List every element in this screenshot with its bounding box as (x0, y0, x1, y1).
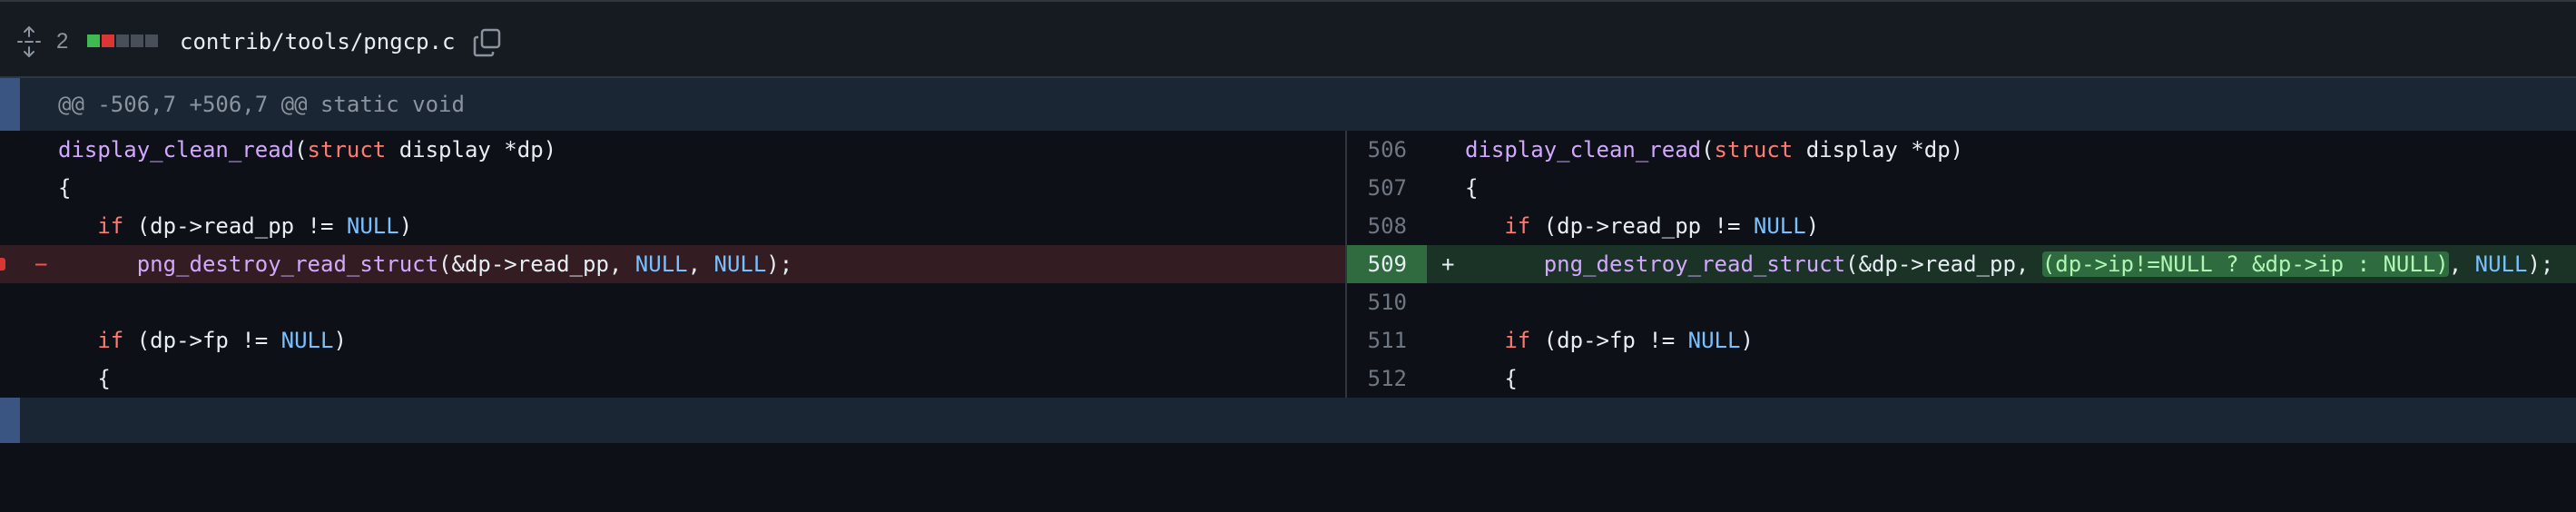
code-text: { (1465, 366, 1518, 391)
change-count: 2 (56, 29, 69, 54)
hunk-header-text: @@ -506,7 +506,7 @@ static void (58, 92, 465, 117)
line-number[interactable]: 507 (1347, 169, 1407, 207)
diffstat-block-neutral (145, 34, 158, 47)
code-line: 506 display_clean_read(struct display *d… (1347, 131, 2576, 169)
diff-view: 2 contrib/tools/pngcp.c @@ -506,7 +506,7… (0, 0, 2576, 443)
file-path[interactable]: contrib/tools/pngcp.c (180, 25, 455, 58)
code-text: if (dp->fp != NULL) (1504, 328, 1754, 353)
code-line: { (0, 359, 1345, 398)
code-line: if (dp->fp != NULL) (0, 321, 1345, 359)
diffstat-block-added (87, 34, 100, 47)
added-code-line: 509 + png_destroy_read_struct(&dp->read_… (1347, 245, 2576, 283)
code-text: png_destroy_read_struct(&dp->read_pp, NU… (136, 251, 793, 277)
hunk-header[interactable]: @@ -506,7 +506,7 @@ static void (0, 78, 2576, 131)
code-text: display_clean_read(struct display *dp) (58, 137, 557, 162)
expand-below-bar[interactable] (0, 398, 2576, 443)
code-line: if (dp->read_pp != NULL) (0, 207, 1345, 245)
diffstat-block-neutral (116, 34, 129, 47)
line-number[interactable]: 510 (1347, 283, 1407, 321)
left-pane-old: display_clean_read(struct display *dp) {… (0, 131, 1345, 398)
diffstat-block-deleted (102, 34, 114, 47)
code-text: png_destroy_read_struct(&dp->read_pp, (d… (1543, 251, 2554, 277)
code-line: 512 { (1347, 359, 2576, 398)
line-number[interactable]: 506 (1347, 131, 1407, 169)
line-number[interactable]: 511 (1347, 321, 1407, 359)
code-text: if (dp->read_pp != NULL) (1504, 213, 1820, 239)
expand-hunk-gutter[interactable] (0, 78, 20, 131)
code-text: display_clean_read(struct display *dp) (1465, 137, 1964, 162)
code-line: display_clean_read(struct display *dp) (0, 131, 1345, 169)
code-text: if (dp->read_pp != NULL) (97, 213, 413, 239)
copy-icon[interactable] (472, 27, 503, 58)
file-header: 2 contrib/tools/pngcp.c (0, 0, 2576, 78)
code-line: 511 if (dp->fp != NULL) (1347, 321, 2576, 359)
code-text: { (58, 175, 72, 201)
diffstat-block-neutral (131, 34, 143, 47)
code-text: { (1465, 175, 1479, 201)
code-line: 508 if (dp->read_pp != NULL) (1347, 207, 2576, 245)
line-number[interactable]: 512 (1347, 359, 1407, 398)
code-text: if (dp->fp != NULL) (97, 328, 347, 353)
deletion-marker: − (34, 251, 48, 277)
code-line: 510 (1347, 283, 2576, 321)
line-number[interactable]: 508 (1347, 207, 1407, 245)
word-diff-highlight: (dp->ip!=NULL ? &dp->ip : NULL) (2041, 251, 2449, 277)
expand-all-icon[interactable] (15, 25, 44, 58)
expand-below-gutter[interactable] (0, 398, 20, 443)
code-text: { (58, 366, 111, 391)
diffstat (87, 34, 158, 47)
right-pane-new: 506 display_clean_read(struct display *d… (1345, 131, 2576, 398)
code-line: 507 { (1347, 169, 2576, 207)
line-number[interactable]: 509 (1347, 245, 1407, 283)
deleted-code-line: − png_destroy_read_struct(&dp->read_pp, … (0, 245, 1345, 283)
code-line: { (0, 169, 1345, 207)
addition-marker: + (1441, 251, 1455, 277)
deletion-indicator (0, 258, 5, 271)
